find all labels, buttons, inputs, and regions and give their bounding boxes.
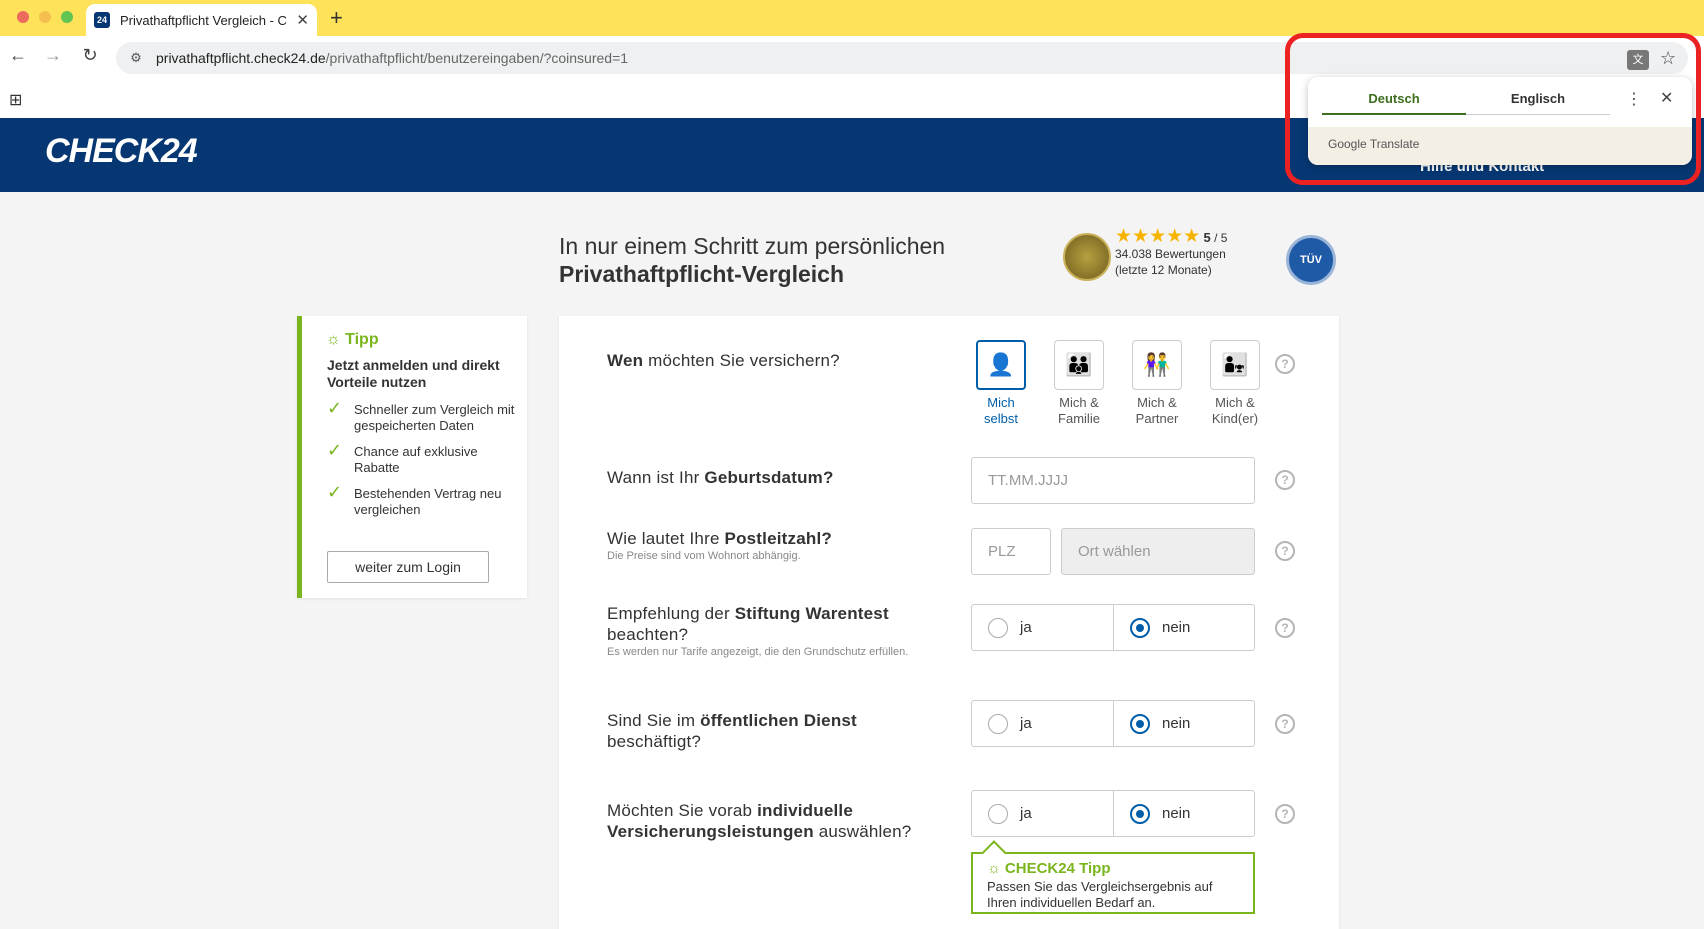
window-maximize-button[interactable] [61, 11, 73, 23]
checkmark-icon: ✓ [327, 440, 343, 460]
question-who-bold: Wen [607, 351, 644, 370]
question-warentest: Empfehlung der Stiftung Warentest beachte… [607, 604, 889, 644]
individual-radio-ja[interactable]: ja [972, 791, 1113, 836]
login-button[interactable]: weiter zum Login [327, 551, 489, 583]
checkmark-icon: ✓ [327, 482, 343, 502]
reload-icon[interactable]: ↻ [78, 45, 102, 66]
rating-reviews: 34.038 Bewertungen [1115, 247, 1226, 261]
warentest-hint: Es werden nur Tarife angezeigt, die den … [607, 646, 909, 658]
checkmark-icon: ✓ [327, 398, 343, 418]
radio-checked-icon [1130, 617, 1150, 638]
apps-grid-icon[interactable]: ⊞ [9, 90, 22, 110]
who-option-family[interactable]: 👪 Mich & Familie [1043, 340, 1115, 427]
couple-icon: 👫 [1132, 340, 1182, 390]
help-icon[interactable]: ? [1275, 618, 1295, 638]
warentest-radio-nein[interactable]: nein [1113, 605, 1254, 650]
window-close-button[interactable] [17, 11, 29, 23]
page-title: In nur einem Schritt zum persönlichen Pr… [559, 232, 945, 288]
tipp-subheading: Jetzt anmelden und direkt Vorteile nutze… [327, 357, 500, 390]
check24-tipp-box: ☼ CHECK24 Tipp Passen Sie das Vergleichs… [971, 852, 1255, 914]
radio-unchecked-icon [988, 803, 1008, 824]
person-icon: 👤 [976, 340, 1026, 390]
individual-radio-group: ja nein [971, 790, 1255, 837]
help-icon[interactable]: ? [1275, 354, 1295, 374]
public-service-radio-nein[interactable]: nein [1113, 701, 1254, 746]
who-option-label: Mich & Kind(er) [1211, 395, 1259, 426]
tab-title: Privathaftpflicht Vergleich - C [120, 12, 287, 28]
family-icon: 👪 [1054, 340, 1104, 390]
back-arrow-icon[interactable]: ← [6, 45, 30, 66]
rating-block: ★★★★★ 5 / 5 34.038 Bewertungen (letzte 1… [1115, 226, 1228, 278]
tipp-list-item: ✓ Bestehenden Vertrag neu vergleichen [327, 482, 517, 518]
award-seal-icon [1063, 233, 1111, 281]
question-postcode: Wie lautet Ihre Postleitzahl? [607, 529, 832, 548]
help-icon[interactable]: ? [1275, 541, 1295, 561]
forward-arrow-icon[interactable]: → [41, 45, 65, 66]
check24-favicon-icon: 24 [94, 12, 110, 28]
birthdate-input[interactable]: TT.MM.JJJJ [971, 457, 1255, 504]
tuv-seal-icon: TÜV [1286, 235, 1336, 285]
rating-score: 5 [1203, 230, 1211, 245]
who-option-label: Mich & Partner [1135, 395, 1179, 426]
rating-period: (letzte 12 Monate) [1115, 263, 1212, 277]
radio-checked-icon [1130, 713, 1150, 734]
url-host: privathaftpflicht.check24.de [156, 50, 326, 66]
tipp-heading-text: Tipp [345, 331, 379, 348]
page-title-line2: Privathaftpflicht-Vergleich [559, 261, 845, 287]
city-select[interactable]: Ort wählen [1061, 528, 1255, 575]
radio-unchecked-icon [988, 617, 1008, 638]
rating-stars-icon: ★★★★★ [1115, 226, 1201, 247]
tipp-item-text: Bestehenden Vertrag neu vergleichen [354, 486, 502, 517]
check24-tipp-heading: ☼ CHECK24 Tipp [987, 860, 1111, 877]
radio-checked-icon [1130, 803, 1150, 824]
form-card: Wen möchten Sie versichern? 👤 Mich selbst… [559, 316, 1339, 929]
rating-max: / 5 [1214, 231, 1228, 245]
check24-tipp-text: Passen Sie das Vergleichsergebnis auf Ih… [987, 879, 1213, 910]
tipp-box: ☼ Tipp Jetzt anmelden und direkt Vorteil… [297, 316, 527, 598]
site-settings-icon[interactable]: ⚙ [124, 50, 148, 66]
individual-radio-nein[interactable]: nein [1113, 791, 1254, 836]
tipp-list-item: ✓ Chance auf exklusive Rabatte [327, 440, 517, 476]
url-path: /privathaftpflicht/benutzereingaben/?coi… [325, 50, 629, 66]
who-option-label: Mich & Familie [1058, 395, 1100, 426]
help-icon[interactable]: ? [1275, 714, 1295, 734]
tipp-item-text: Chance auf exklusive Rabatte [354, 444, 478, 475]
question-individual-benefits: Möchten Sie vorab individuelle Versicheru… [607, 801, 912, 841]
public-service-radio-group: ja nein [971, 700, 1255, 747]
window-minimize-button[interactable] [39, 11, 51, 23]
tipp-item-text: Schneller zum Vergleich mit gespeicherte… [354, 402, 515, 433]
who-option-label: Mich selbst [984, 395, 1018, 426]
help-icon[interactable]: ? [1275, 470, 1295, 490]
public-service-radio-ja[interactable]: ja [972, 701, 1113, 746]
browser-tab-bar: 24 Privathaftpflicht Vergleich - C ✕ + [0, 0, 1704, 36]
check24-logo[interactable]: CHECK24 [45, 132, 198, 171]
parent-child-icon: 👨‍👧 [1210, 340, 1260, 390]
postcode-input[interactable]: PLZ [971, 528, 1051, 575]
question-public-service: Sind Sie im öffentlichen Dienst beschäfti… [607, 711, 857, 751]
who-option-partner[interactable]: 👫 Mich & Partner [1121, 340, 1193, 427]
highlight-outline [1285, 33, 1701, 185]
question-birthdate: Wann ist Ihr Geburtsdatum? [607, 468, 834, 487]
tipp-heading: ☼ Tipp [326, 331, 379, 348]
help-icon[interactable]: ? [1275, 804, 1295, 824]
who-option-children[interactable]: 👨‍👧 Mich & Kind(er) [1199, 340, 1271, 427]
postcode-hint: Die Preise sind vom Wohnort abhängig. [607, 550, 801, 562]
tab-close-icon[interactable]: ✕ [296, 11, 309, 29]
page-title-line1: In nur einem Schritt zum persönlichen [559, 233, 946, 259]
warentest-radio-ja[interactable]: ja [972, 605, 1113, 650]
question-who: Wen möchten Sie versichern? [607, 350, 840, 371]
tipp-list-item: ✓ Schneller zum Vergleich mit gespeichert… [327, 398, 517, 434]
who-option-self[interactable]: 👤 Mich selbst [965, 340, 1037, 427]
url-text: privathaftpflicht.check24.de/privathaftp… [156, 50, 628, 66]
warentest-radio-group: ja nein [971, 604, 1255, 651]
browser-tab[interactable]: 24 Privathaftpflicht Vergleich - C ✕ [86, 4, 317, 36]
radio-unchecked-icon [988, 713, 1008, 734]
question-who-rest: möchten Sie versichern? [643, 351, 840, 370]
new-tab-icon[interactable]: + [330, 5, 343, 31]
